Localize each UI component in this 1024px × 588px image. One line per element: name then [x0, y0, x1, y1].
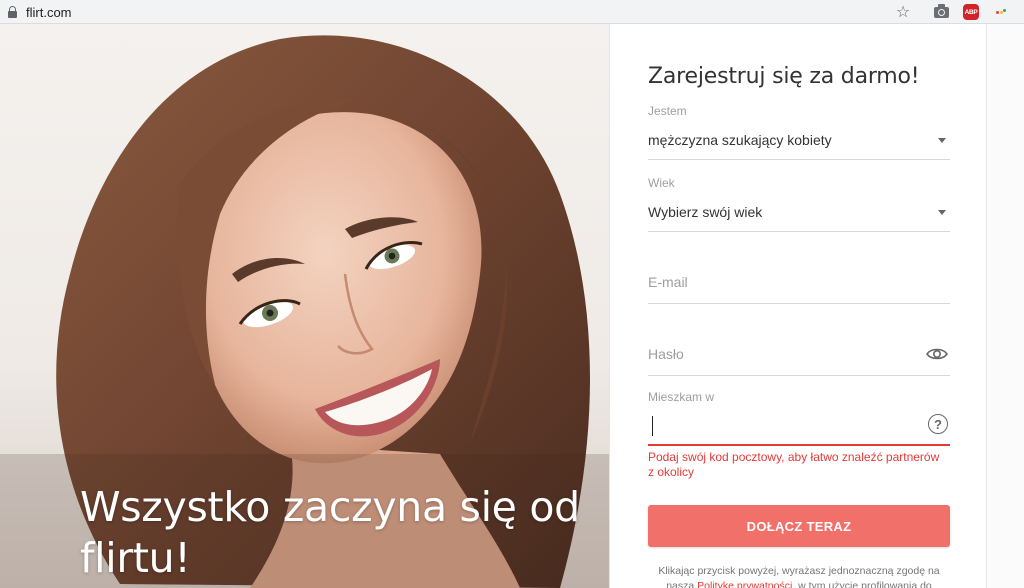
adblock-icon[interactable]: ABP: [962, 2, 980, 22]
registration-panel: Zarejestruj się za darmo! Jestem mężczyz…: [609, 24, 987, 588]
privacy-policy-link[interactable]: Politykę prywatności: [697, 580, 792, 588]
consent-line2-start: naszą: [666, 580, 695, 588]
browser-address-bar: flirt.com ☆ ABP: [0, 0, 1024, 24]
hero-headline: Wszystko zaczyna się od flirtu!: [80, 483, 580, 582]
password-field[interactable]: Hasło: [648, 320, 950, 376]
form-title: Zarejestruj się za darmo!: [648, 64, 920, 89]
help-icon[interactable]: ?: [928, 414, 948, 434]
url-bar[interactable]: flirt.com: [8, 2, 72, 22]
join-now-button[interactable]: DOŁĄCZ TERAZ: [648, 505, 950, 547]
email-placeholder[interactable]: E-mail: [648, 274, 688, 290]
gender-label: Jestem: [648, 104, 687, 118]
star-icon[interactable]: ☆: [893, 2, 913, 22]
page-right-margin: [987, 24, 1024, 588]
gender-value[interactable]: mężczyzna szukający kobiety: [648, 132, 832, 148]
location-label: Mieszkam w: [648, 390, 715, 404]
field-underline: [648, 375, 950, 376]
field-underline: [648, 303, 950, 304]
age-select[interactable]: Wiek Wybierz swój wiek: [648, 176, 950, 232]
field-underline-error: [648, 444, 950, 446]
eye-icon[interactable]: [926, 347, 948, 361]
text-cursor: [652, 416, 653, 436]
lock-icon[interactable]: [8, 6, 17, 18]
field-underline: [648, 231, 950, 232]
dropdown-caret-icon[interactable]: [938, 210, 946, 215]
consent-line1: Klikając przycisk powyżej, wyrażasz jedn…: [658, 565, 940, 577]
consent-text: Klikając przycisk powyżej, wyrażasz jedn…: [648, 564, 950, 588]
email-field[interactable]: E-mail: [648, 248, 950, 304]
extension-icon[interactable]: [994, 2, 1008, 22]
age-label: Wiek: [648, 176, 675, 190]
hero-image: Wszystko zaczyna się od flirtu!: [0, 24, 610, 588]
dropdown-caret-icon[interactable]: [938, 138, 946, 143]
camera-icon[interactable]: [930, 2, 952, 22]
location-error-message: Podaj swój kod pocztowy, aby łatwo znale…: [648, 450, 940, 479]
location-field[interactable]: Mieszkam w ?: [648, 390, 950, 448]
url-text[interactable]: flirt.com: [26, 5, 72, 20]
password-placeholder[interactable]: Hasło: [648, 346, 684, 362]
consent-line2-end: , w tym użycie profilowania do: [792, 580, 932, 588]
gender-select[interactable]: Jestem mężczyzna szukający kobiety: [648, 104, 950, 160]
age-value[interactable]: Wybierz swój wiek: [648, 204, 762, 220]
field-underline: [648, 159, 950, 160]
